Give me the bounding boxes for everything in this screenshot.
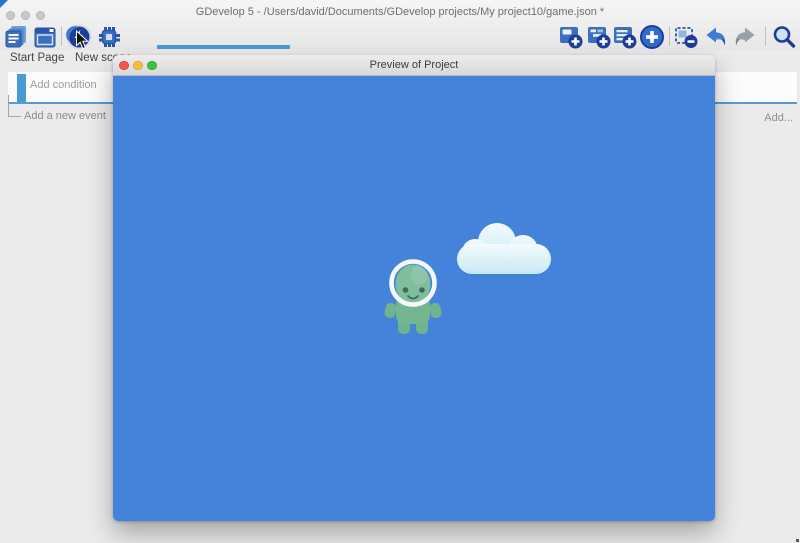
preview-title: Preview of Project	[113, 59, 715, 71]
events-list-icon[interactable]	[3, 24, 29, 50]
add-event-icon[interactable]	[558, 24, 584, 50]
close-button[interactable]	[6, 11, 15, 20]
add-new-event-link[interactable]: Add a new event	[24, 110, 106, 122]
zoom-button[interactable]	[36, 11, 45, 20]
preview-titlebar[interactable]: Preview of Project	[113, 55, 715, 76]
game-canvas[interactable]	[113, 76, 715, 521]
cloud	[453, 221, 555, 277]
search-icon[interactable]	[771, 24, 797, 50]
delete-selection-icon[interactable]	[673, 24, 699, 50]
undo-icon[interactable]	[703, 24, 729, 50]
toolbar-separator	[61, 26, 62, 46]
toolbar-separator	[669, 26, 670, 46]
gdevelop-main-window: GDevelop 5 - /Users/david/Documents/GDev…	[0, 0, 800, 543]
add-subevent-icon[interactable]	[586, 24, 612, 50]
alien-player	[377, 252, 449, 338]
scene-window-icon[interactable]	[32, 24, 58, 50]
window-title: GDevelop 5 - /Users/david/Documents/GDev…	[120, 6, 680, 18]
toolbar-separator	[765, 26, 766, 46]
preview-window: Preview of Project	[113, 55, 715, 521]
add-more-icon[interactable]	[639, 24, 665, 50]
resize-grip-artifact	[796, 539, 799, 542]
minimize-button[interactable]	[21, 11, 30, 20]
redo-icon[interactable]	[732, 24, 758, 50]
corner-artifact	[0, 0, 8, 8]
debugger-icon[interactable]	[96, 24, 122, 50]
mouse-cursor	[75, 30, 89, 50]
add-comment-icon[interactable]	[612, 24, 638, 50]
tab-start-page[interactable]: Start Page	[10, 52, 64, 70]
add-condition-link[interactable]: Add condition	[30, 79, 97, 91]
add-more-link[interactable]: Add...	[764, 112, 793, 124]
event-tree-connector	[8, 95, 21, 117]
active-tab-indicator	[157, 45, 290, 49]
